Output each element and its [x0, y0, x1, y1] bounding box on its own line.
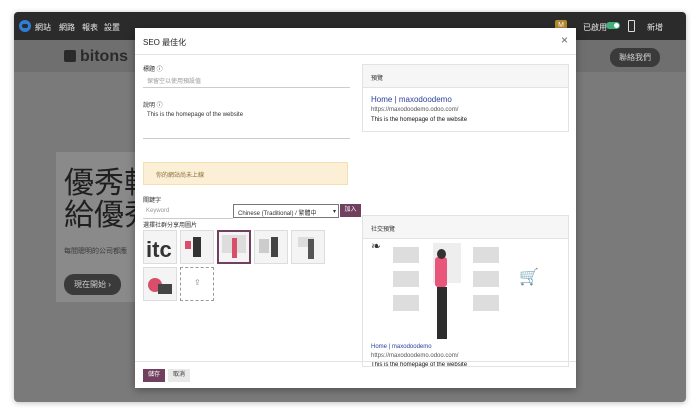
image-option-5[interactable] — [291, 230, 325, 264]
title-label: 標題 ⓘ — [143, 67, 163, 73]
preview-description: This is the homepage of the website — [371, 117, 468, 123]
keywords-label: 關鍵字 — [143, 198, 162, 204]
brand-logo-icon — [64, 50, 76, 62]
social-preview-card: 社交預覽 🛒 ❧ Home | maxodoodemo https://maxo… — [362, 215, 569, 368]
contact-button[interactable]: 聯絡我們 — [610, 48, 660, 67]
language-select[interactable]: Chinese (Traditional) / 繁體中 ▾ — [233, 204, 339, 218]
images-label: 選擇社群分享用圖片 — [143, 223, 198, 229]
description-textarea[interactable]: This is the homepage of the website — [143, 112, 350, 139]
description-label: 說明 ⓘ — [143, 103, 163, 109]
search-preview-header: 預覽 — [363, 65, 568, 88]
upload-icon: ⇪ — [194, 278, 201, 287]
hero-subtitle: 每間聰明的公司都應 — [64, 248, 127, 255]
hero-start-button[interactable]: 現在開始 › — [64, 274, 121, 295]
plant-icon: ❧ — [371, 239, 382, 253]
new-button[interactable]: 新增 — [647, 22, 663, 33]
publish-toggle-label: 已啟用 — [583, 23, 607, 32]
image-upload-slot[interactable]: ⇪ — [180, 267, 214, 301]
odoo-logo-icon[interactable] — [19, 20, 31, 32]
save-button[interactable]: 儲存 — [143, 369, 165, 382]
close-icon[interactable]: × — [561, 33, 568, 47]
brand-name: bitons — [80, 48, 128, 65]
social-preview-image: 🛒 ❧ — [363, 239, 568, 339]
preview-url: https://maxodoodemo.odoo.com/ — [371, 107, 459, 113]
warning-alert: 你的網站尚未上線 — [143, 162, 348, 185]
image-option-2[interactable] — [180, 230, 214, 264]
dialog-header: SEO 最佳化 × — [135, 28, 576, 55]
dialog-body: 標題 ⓘ 保留空以使用預設值 說明 ⓘ This is the homepage… — [135, 55, 576, 368]
keyword-input[interactable]: Keyword — [143, 205, 233, 219]
dialog-title: SEO 最佳化 — [143, 38, 187, 47]
cart-icon: 🛒 — [519, 269, 539, 286]
discard-button[interactable]: 取消 — [168, 369, 190, 382]
publish-toggle[interactable] — [606, 22, 620, 29]
chevron-down-icon: ▾ — [332, 209, 336, 215]
title-input[interactable]: 保留空以使用預設值 — [143, 76, 350, 88]
menu-website[interactable]: 網站 — [35, 22, 51, 33]
warning-text: 你的網站尚未上線 — [156, 173, 205, 179]
add-keyword-button[interactable]: 加入 — [340, 204, 361, 217]
image-option-selected[interactable] — [217, 230, 251, 264]
image-option-4[interactable] — [254, 230, 288, 264]
image-option-6[interactable] — [143, 267, 177, 301]
mobile-preview-icon[interactable] — [628, 20, 635, 32]
dialog-footer: 儲存 取消 — [135, 361, 576, 389]
menu-reports[interactable]: 報表 — [82, 22, 98, 33]
social-preview-header: 社交預覽 — [363, 216, 568, 239]
social-url: https://maxodoodemo.odoo.com/ — [371, 353, 459, 359]
menu-site[interactable]: 網路 — [59, 22, 75, 33]
image-option-logo[interactable]: itc — [143, 230, 177, 264]
social-title: Home | maxodoodemo — [371, 344, 432, 350]
seo-dialog: SEO 最佳化 × 標題 ⓘ 保留空以使用預設值 說明 ⓘ This is th… — [135, 28, 576, 388]
preview-title: Home | maxodoodemo — [371, 95, 452, 104]
search-preview-card: 預覽 Home | maxodoodemo https://maxodoodem… — [362, 64, 569, 132]
browser-frame: 網站 網路 報表 設置 M 已啟用 新增 bitons 聯絡我們 優秀軟 給優秀… — [14, 12, 686, 402]
menu-settings[interactable]: 設置 — [104, 22, 120, 33]
